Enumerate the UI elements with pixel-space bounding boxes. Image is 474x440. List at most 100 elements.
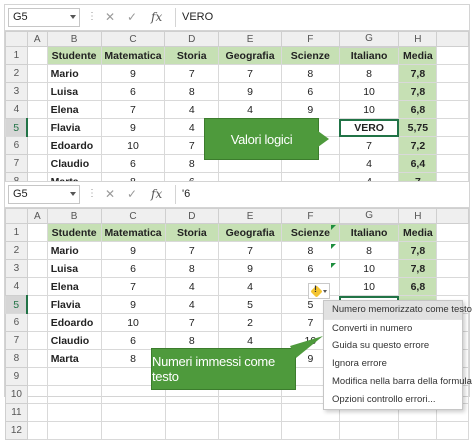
- menu-item-converti[interactable]: Converti in numero: [324, 319, 462, 337]
- row-header[interactable]: 2: [5, 64, 28, 83]
- cell-header[interactable]: Studente: [46, 223, 102, 242]
- cell[interactable]: 9: [218, 259, 282, 278]
- cell[interactable]: [338, 421, 400, 440]
- cell[interactable]: [436, 46, 469, 65]
- cell[interactable]: 6: [100, 82, 166, 101]
- cell[interactable]: 4: [218, 331, 282, 350]
- menu-item-ignora[interactable]: Ignora errore: [324, 355, 462, 373]
- cell[interactable]: 4: [338, 154, 400, 173]
- menu-item-opzioni[interactable]: Opzioni controllo errori...: [324, 391, 462, 409]
- name-box[interactable]: G5: [8, 8, 80, 27]
- cell[interactable]: 6: [100, 259, 166, 278]
- cell[interactable]: Marta: [46, 349, 102, 368]
- cell[interactable]: 7: [164, 64, 220, 83]
- cell[interactable]: [26, 46, 48, 65]
- enter-icon[interactable]: ✓: [127, 187, 137, 201]
- cell-media[interactable]: 5,75: [398, 118, 438, 137]
- function-icon[interactable]: fx: [151, 10, 162, 24]
- cell[interactable]: 7: [218, 241, 282, 260]
- cell-media[interactable]: 7,8: [398, 259, 438, 278]
- row-header[interactable]: 12: [5, 421, 28, 440]
- row-header[interactable]: 3: [5, 82, 28, 101]
- cell[interactable]: 8: [164, 82, 220, 101]
- cell-header[interactable]: Italiano: [338, 223, 400, 242]
- column-header[interactable]: D: [164, 31, 220, 47]
- cell[interactable]: [26, 349, 48, 368]
- cell[interactable]: Mario: [46, 241, 102, 260]
- cell[interactable]: [436, 118, 469, 137]
- enter-icon[interactable]: ✓: [127, 10, 137, 24]
- cell-media[interactable]: 7,2: [398, 136, 438, 155]
- row-header[interactable]: 6: [5, 136, 28, 155]
- cell[interactable]: [436, 223, 469, 242]
- row-header[interactable]: 10: [5, 385, 28, 404]
- cell[interactable]: 9: [218, 82, 282, 101]
- column-header[interactable]: H: [398, 208, 438, 224]
- row-header-selected[interactable]: 5: [5, 118, 29, 137]
- row-header[interactable]: 2: [5, 241, 28, 260]
- cell[interactable]: 4: [164, 100, 220, 119]
- cell[interactable]: [26, 136, 48, 155]
- cell[interactable]: [436, 241, 469, 260]
- cell[interactable]: [26, 223, 48, 242]
- row-header[interactable]: 1: [5, 46, 28, 65]
- cell[interactable]: [26, 367, 48, 386]
- cell[interactable]: 4: [164, 295, 220, 314]
- cell[interactable]: [100, 403, 166, 422]
- active-cell[interactable]: VERO: [338, 118, 400, 137]
- chevron-down-icon[interactable]: [70, 192, 76, 196]
- cell[interactable]: [164, 403, 220, 422]
- cell[interactable]: Flavia: [46, 118, 102, 137]
- cell-header[interactable]: Storia: [164, 223, 220, 242]
- cell-header[interactable]: Matematica: [100, 46, 166, 65]
- cell[interactable]: Luisa: [46, 82, 102, 101]
- row-header[interactable]: 8: [5, 349, 28, 368]
- cell[interactable]: [46, 421, 102, 440]
- cell[interactable]: [26, 403, 48, 422]
- cell[interactable]: 10: [338, 82, 400, 101]
- cell[interactable]: [436, 259, 469, 278]
- cell[interactable]: Claudio: [46, 154, 102, 173]
- cell[interactable]: [46, 403, 102, 422]
- cell[interactable]: [26, 241, 48, 260]
- cell[interactable]: 10: [338, 277, 400, 296]
- cell[interactable]: 8: [164, 259, 220, 278]
- row-header[interactable]: 4: [5, 100, 28, 119]
- cell[interactable]: 2: [218, 313, 282, 332]
- cell[interactable]: [436, 421, 469, 440]
- column-header[interactable]: C: [100, 208, 166, 224]
- cell[interactable]: 5: [218, 295, 282, 314]
- cell[interactable]: 10: [338, 100, 400, 119]
- cell[interactable]: 4: [218, 100, 282, 119]
- cell[interactable]: 9: [100, 118, 166, 137]
- cell[interactable]: 7: [100, 100, 166, 119]
- cell[interactable]: [164, 421, 220, 440]
- cell[interactable]: Luisa: [46, 259, 102, 278]
- cell-header[interactable]: Media: [398, 223, 438, 242]
- column-header[interactable]: A: [26, 31, 48, 47]
- column-header-selected[interactable]: G: [338, 208, 400, 225]
- column-header[interactable]: D: [164, 208, 220, 224]
- cell[interactable]: 6: [100, 154, 166, 173]
- cell[interactable]: 9: [280, 100, 340, 119]
- cell-media[interactable]: 6,4: [398, 154, 438, 173]
- cell[interactable]: [26, 313, 48, 332]
- cell[interactable]: [46, 385, 102, 404]
- cell-media[interactable]: 7,8: [398, 64, 438, 83]
- cell-media[interactable]: 6,8: [398, 277, 438, 296]
- cell[interactable]: [26, 154, 48, 173]
- chevron-down-icon[interactable]: [70, 15, 76, 19]
- function-icon[interactable]: fx: [151, 187, 162, 201]
- cell[interactable]: [436, 100, 469, 119]
- column-header[interactable]: B: [46, 31, 102, 47]
- error-check-button[interactable]: !: [308, 283, 330, 299]
- select-all-corner[interactable]: [5, 31, 28, 47]
- cell[interactable]: 6: [280, 82, 340, 101]
- formula-input[interactable]: VERO: [175, 8, 466, 27]
- select-all-corner[interactable]: [5, 208, 28, 224]
- row-header[interactable]: 4: [5, 277, 28, 296]
- cell-media[interactable]: 7,8: [398, 241, 438, 260]
- cell[interactable]: 8: [338, 64, 400, 83]
- name-box[interactable]: G5: [8, 185, 80, 204]
- cell[interactable]: [26, 118, 48, 137]
